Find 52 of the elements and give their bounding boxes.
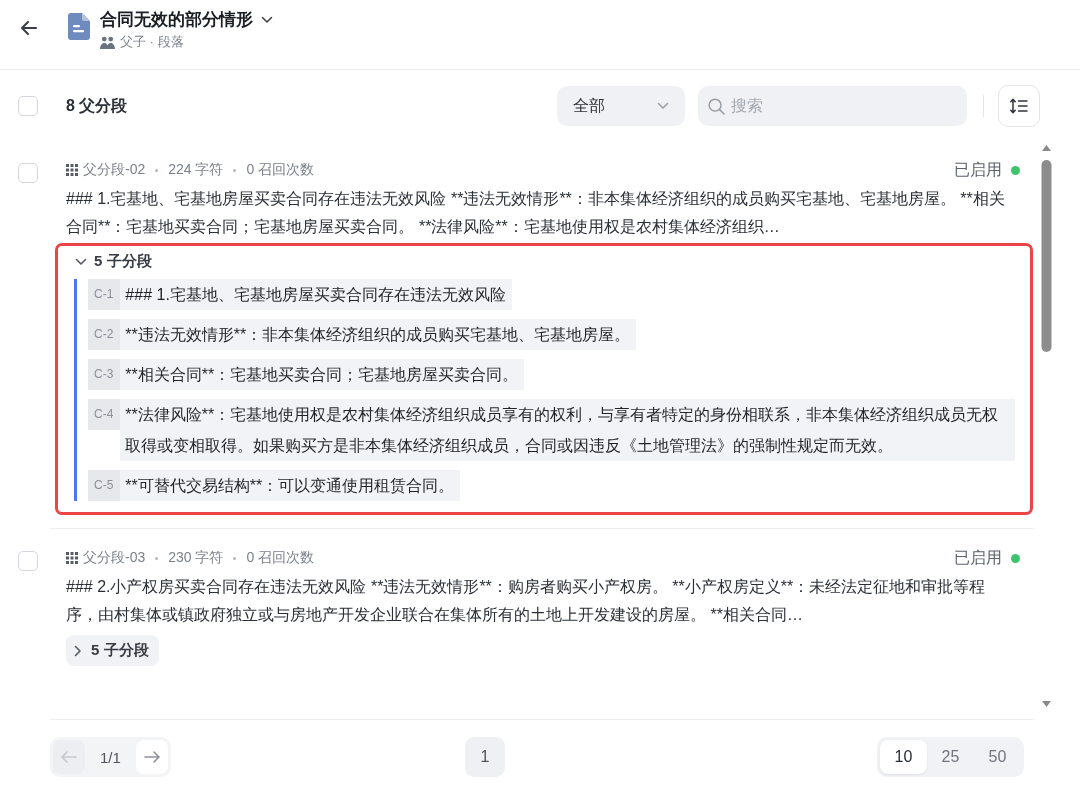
back-arrow-icon [21,21,37,35]
segment-tag: C-2 [88,319,121,350]
segment-text: ### 2.小产权房买卖合同存在违法无效风险 **违法无效情形**：购房者购买小产权房。 **小产权房定义**：未经法定征地和审批等程序，由村集体或镇政府独立或与房地产开发企业联合在集体所有的土地上开发建设的房屋。 **相关合同… [66,577,987,625]
document-title: 合同无效的部分情形 [100,9,253,31]
segment-tag: C-3 [88,359,121,390]
segment-tag: C-5 [88,470,121,501]
scrollbar[interactable] [1040,145,1053,707]
children-toggle[interactable]: 5 子分段 [67,246,162,277]
child-segment-text: **相关合同**：宅基地买卖合同；宅基地房屋买卖合同。 [120,359,525,390]
search-icon [708,98,725,115]
filter-dropdown[interactable]: 全部 [557,86,685,126]
next-page-button[interactable] [135,740,168,774]
checkbox[interactable] [18,551,38,571]
page-indicator: 1/1 [100,748,121,766]
recall-count: 0 召回次数 [246,549,315,567]
chevron-down-icon [75,257,87,266]
grid-dots-icon [66,164,78,176]
char-count: 230 字符 [168,549,224,567]
children-toggle[interactable]: 5 子分段 [66,635,159,666]
segment-id: 父分段-02 [83,161,146,179]
child-segment-text: **可替代交易结构**：可以变通使用租赁合同。 [120,470,461,501]
segment-text: ### 1.宅基地、宅基地房屋买卖合同存在违法无效风险 **违法无效情形**：非本集体经济组织的成员购买宅基地、宅基地房屋。 **相关合同**：宅基地买卖合同；宅基地房屋买卖合同。 **法律风险**：宅基地使用权是农村集体经济组织… [66,189,1006,237]
child-segment-text: ### 1.宅基地、宅基地房屋买卖合同存在违法无效风险 [120,279,512,310]
child-segment-text: **法律风险**：宅基地使用权是农村集体经济组织成员享有的权利，与享有者特定的身份相联系，非本集体经济组织成员无权取得或变相取得。如果购买方是非本集体经济组织成员，合同或因违反《土地管理法》的强制性规定而无效。 [120,399,1015,461]
page-button[interactable]: 1 [464,737,505,777]
segment-count: 8 父分段 [66,95,128,116]
status-label: 已启用 [954,159,1002,180]
caret-down-icon [261,16,273,24]
page-size-option[interactable]: 25 [927,740,974,774]
sort-icon [1010,98,1028,114]
caret-down-icon [657,102,669,110]
page-size-option[interactable]: 50 [974,740,1021,774]
sort-button[interactable] [998,85,1040,127]
status-label: 已启用 [954,547,1002,568]
back-button[interactable] [21,21,37,35]
segment-tag: C-4 [88,399,121,430]
child-segment-text: **违法无效情形**：非本集体经济组织的成员购买宅基地、宅基地房屋。 [120,319,637,350]
search-field[interactable]: 搜索 [698,86,967,126]
people-icon [100,35,115,49]
checkbox[interactable] [18,163,38,183]
recall-count: 0 召回次数 [246,161,315,179]
grid-dots-icon [66,552,78,564]
left-arrow-icon [61,751,77,763]
segment-tag: C-1 [88,279,121,310]
document-icon [68,13,90,40]
segment-id: 父分段-03 [83,549,146,567]
chevron-right-icon [74,644,82,657]
right-arrow-icon [143,751,160,763]
document-subtitle: 父子 · 段落 [120,33,184,51]
page-size-option[interactable]: 10 [880,740,927,774]
checkbox[interactable] [18,96,38,116]
char-count: 224 字符 [168,161,224,179]
